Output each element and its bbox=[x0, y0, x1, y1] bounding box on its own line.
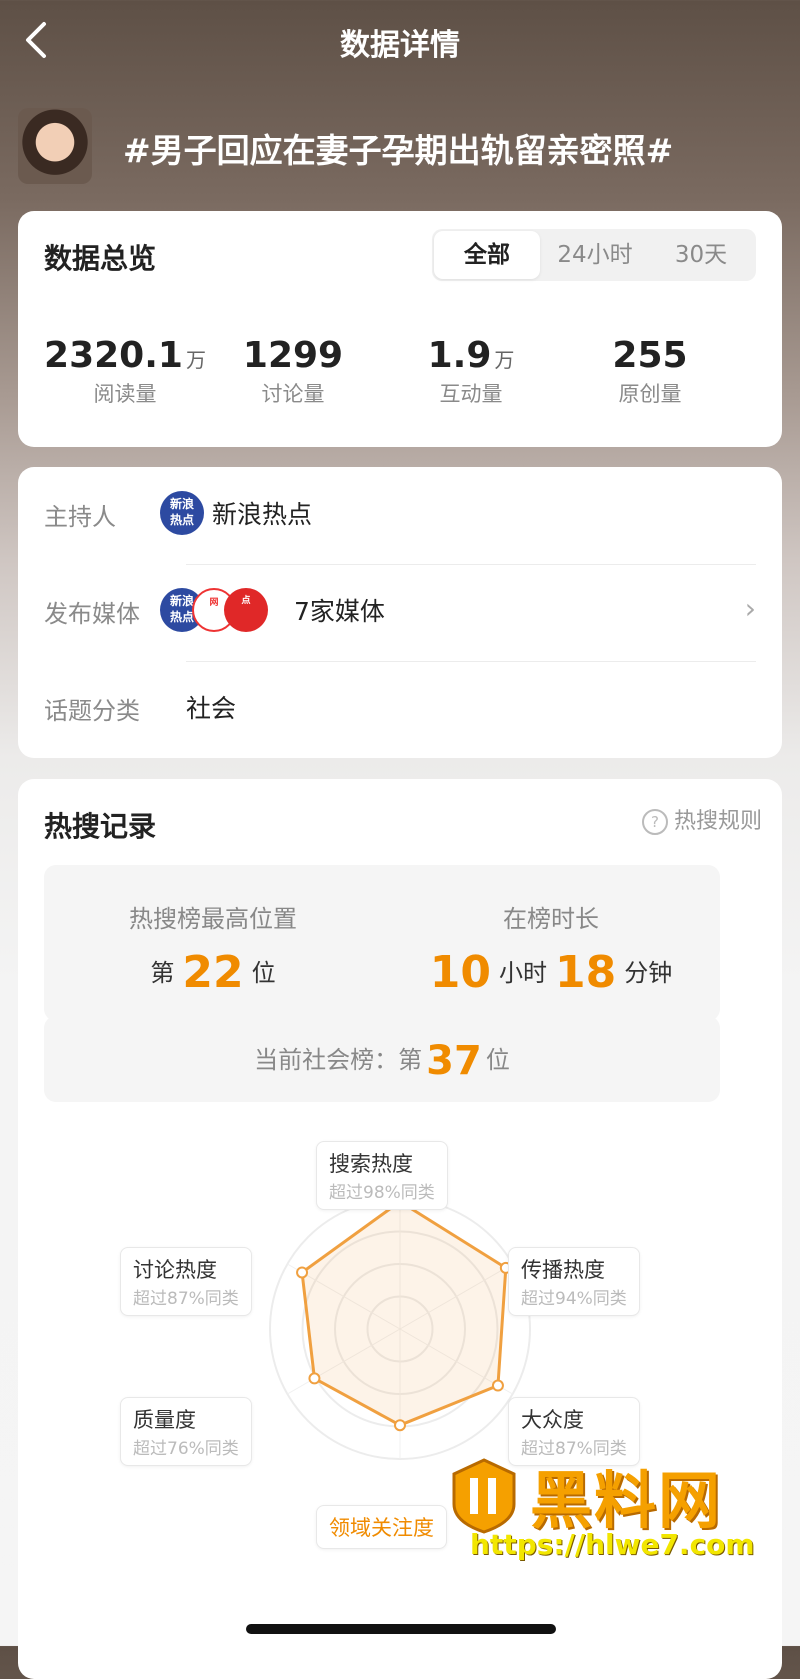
info-card: 主持人 新浪 热点 新浪热点 发布媒体 新浪 热点 网 点 7家媒体 › 话题分类 … bbox=[18, 467, 782, 758]
stat-label: 原创量 bbox=[618, 382, 682, 406]
radar-point bbox=[296, 1266, 309, 1279]
radar-dim-sub: 超过98%同类 bbox=[329, 1183, 435, 1203]
chevron-right-icon[interactable]: › bbox=[745, 592, 756, 625]
time-range-tabs: 全部 24小时 30天 bbox=[432, 229, 756, 281]
avatar bbox=[18, 108, 92, 184]
stat-originals: 255 原创量 bbox=[555, 335, 745, 408]
watermark-url: https://hlwe7.com bbox=[470, 1528, 755, 1561]
tab-30d[interactable]: 30天 bbox=[648, 229, 754, 281]
tab-24h[interactable]: 24小时 bbox=[542, 229, 648, 281]
category-label: 话题分类 bbox=[44, 697, 140, 725]
media-logo-icon: 点 bbox=[224, 588, 268, 632]
overview-title: 数据总览 bbox=[44, 242, 157, 275]
radar-label-domain: 领域关注度 bbox=[316, 1505, 447, 1549]
radar-point bbox=[394, 1419, 406, 1432]
category-row: 话题分类 社会 bbox=[44, 661, 756, 751]
topic-title: #男子回应在妻子孕期出轨留亲密照# bbox=[123, 131, 674, 170]
stat-label: 互动量 bbox=[439, 382, 503, 406]
radar-area bbox=[300, 1199, 508, 1427]
stat-value: 1299 bbox=[242, 335, 344, 376]
watermark-logo-icon bbox=[452, 1458, 516, 1534]
category-value: 社会 bbox=[186, 694, 237, 723]
stats-row: 2320.1 万 阅读量 1299 讨论量 1.9 万 互动量 255 原创量 bbox=[18, 335, 782, 435]
radar-dim-name: 大众度 bbox=[521, 1408, 584, 1432]
watermark-text: 黑料网 bbox=[530, 1464, 723, 1537]
media-row[interactable]: 发布媒体 新浪 热点 网 点 7家媒体 › bbox=[44, 564, 756, 654]
radar-dim-name: 讨论热度 bbox=[133, 1258, 217, 1282]
radar-dim-name: 领域关注度 bbox=[329, 1516, 434, 1540]
radar-dim-sub: 超过76%同类 bbox=[133, 1439, 239, 1459]
media-label: 发布媒体 bbox=[44, 600, 140, 628]
radar-dim-name: 传播热度 bbox=[521, 1258, 605, 1282]
stat-unit: 万 bbox=[494, 348, 515, 372]
tab-all[interactable]: 全部 bbox=[434, 231, 540, 279]
radar-dim-name: 搜索热度 bbox=[329, 1152, 413, 1176]
top-bar: 数据详情 bbox=[0, 0, 800, 80]
stat-label: 讨论量 bbox=[261, 382, 325, 406]
stat-value: 2320.1 bbox=[44, 335, 183, 376]
radar-dim-name: 质量度 bbox=[133, 1408, 196, 1432]
media-value: 7家媒体 bbox=[294, 597, 385, 626]
overview-card: 数据总览 全部 24小时 30天 2320.1 万 阅读量 1299 讨论量 1.… bbox=[18, 211, 782, 447]
radar-dim-sub: 超过94%同类 bbox=[521, 1289, 627, 1309]
page-title: 数据详情 bbox=[340, 28, 460, 63]
radar-point bbox=[491, 1379, 504, 1392]
stat-label: 阅读量 bbox=[93, 382, 157, 406]
stat-value: 1.9 bbox=[427, 335, 492, 376]
topic-header: #男子回应在妻子孕期出轨留亲密照# bbox=[18, 108, 788, 188]
radar-label-search: 搜索热度 超过98%同类 bbox=[316, 1141, 448, 1210]
radar-dim-sub: 超过87%同类 bbox=[133, 1289, 239, 1309]
row-spacer bbox=[44, 467, 756, 563]
stat-reads: 2320.1 万 阅读量 bbox=[30, 335, 220, 408]
radar-point bbox=[308, 1372, 321, 1385]
watermark: 黑料网 https://hlwe7.com bbox=[440, 1456, 800, 1566]
home-indicator bbox=[246, 1624, 556, 1634]
radar-label-discussion: 讨论热度 超过87%同类 bbox=[120, 1247, 252, 1316]
stat-interactions: 1.9 万 互动量 bbox=[376, 335, 566, 408]
stat-value: 255 bbox=[612, 335, 688, 376]
stat-discussions: 1299 讨论量 bbox=[198, 335, 388, 408]
radar-label-quality: 质量度 超过76%同类 bbox=[120, 1397, 252, 1466]
radar-label-spread: 传播热度 超过94%同类 bbox=[508, 1247, 640, 1316]
